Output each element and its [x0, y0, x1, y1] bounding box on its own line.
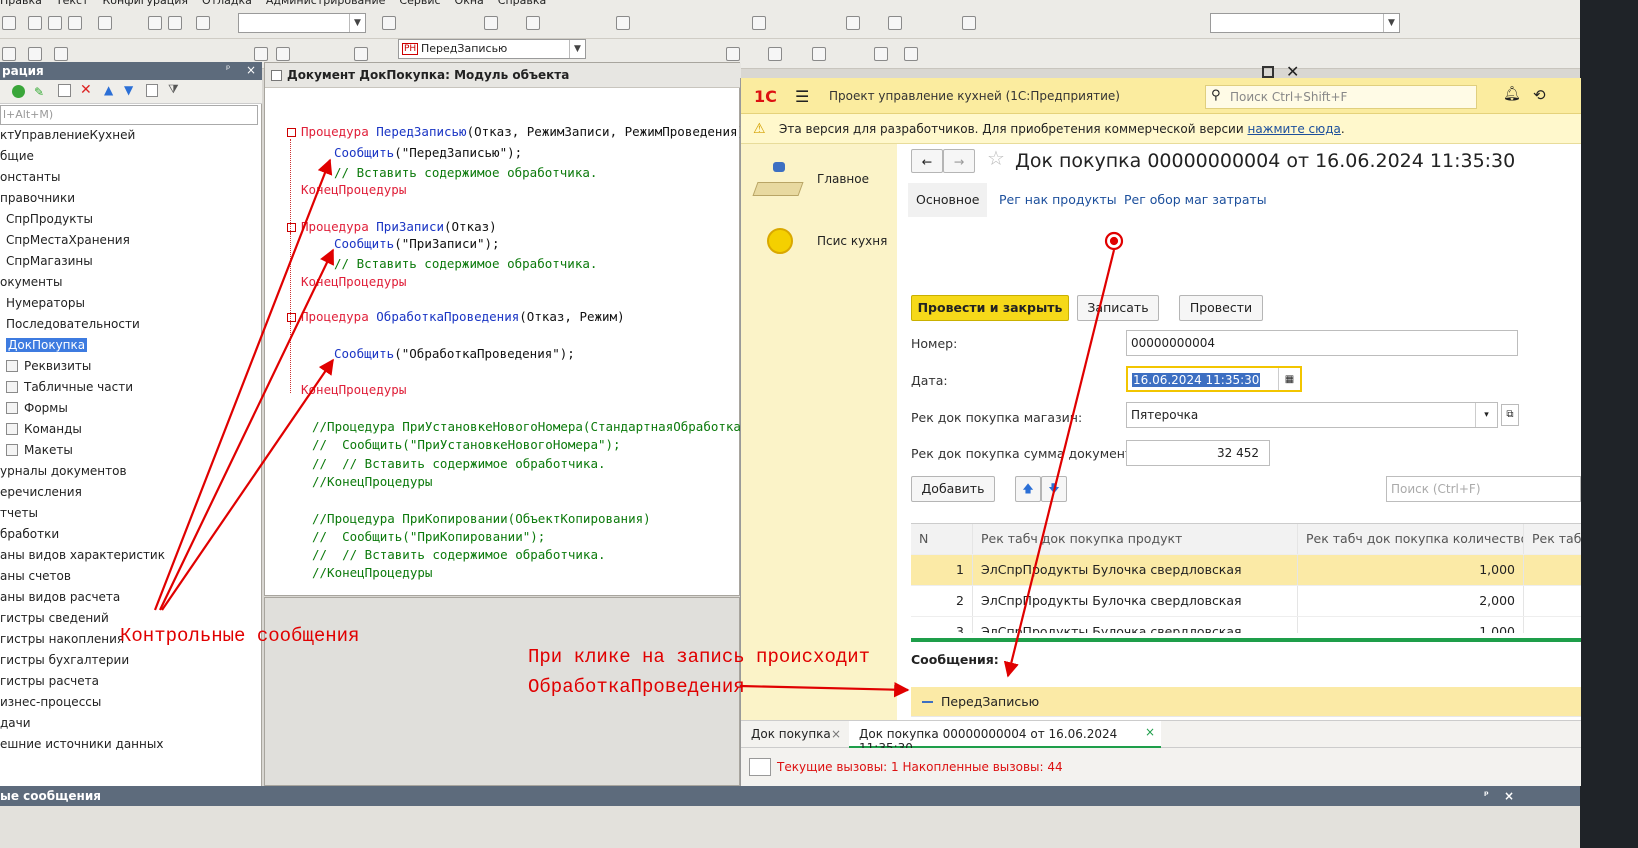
annotation-click-line2: ОбработкаПроведения: [528, 676, 745, 698]
annotation-arrows: [153, 158, 1124, 698]
annotation-click-line1: При клике на запись происходит: [528, 646, 871, 668]
annotation-control-messages: Контрольные сообщения: [120, 625, 360, 647]
